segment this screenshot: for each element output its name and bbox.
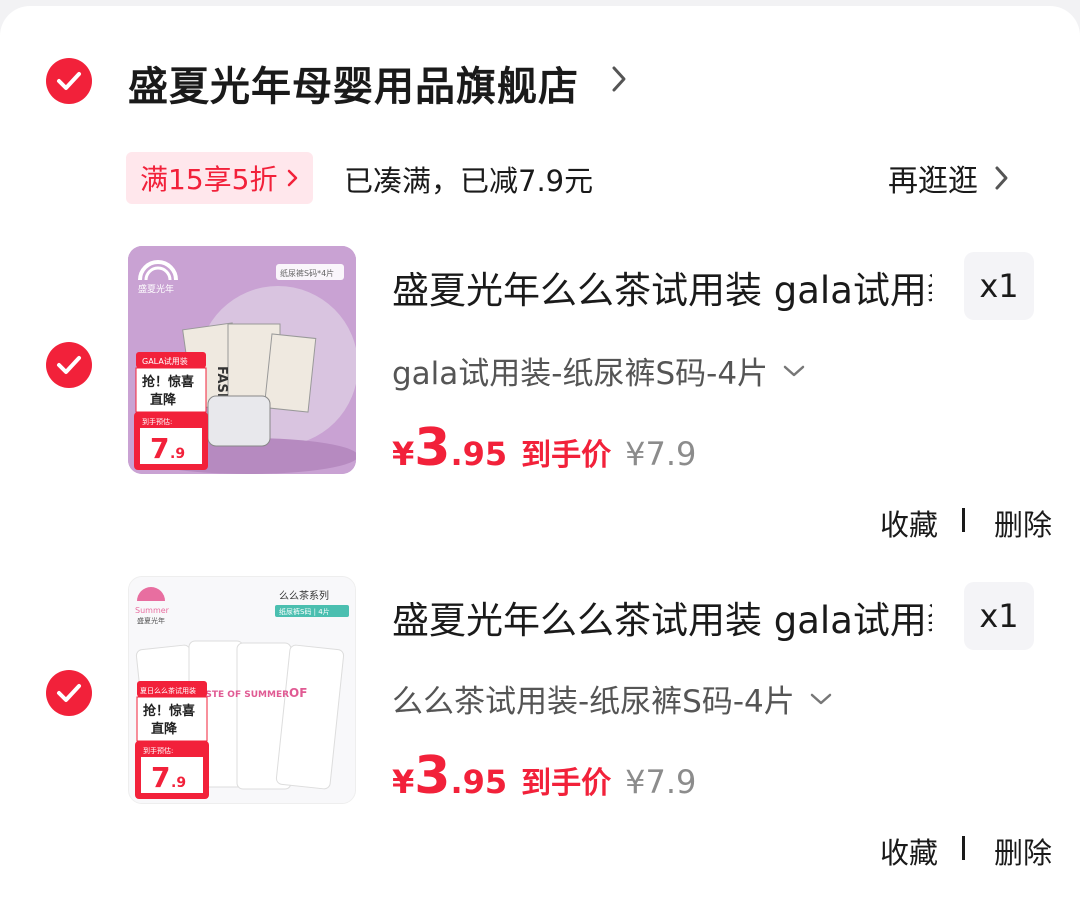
price-decimal: .95 (450, 435, 508, 473)
sku-selector[interactable]: gala试用装-纸尿裤S码-4片 (392, 348, 806, 393)
delete-button[interactable]: 删除 (994, 502, 1052, 544)
svg-text:Summer: Summer (135, 606, 170, 615)
final-price-label: 到手价 (521, 766, 612, 801)
favorite-button[interactable]: 收藏 (880, 502, 938, 544)
sku-label: gala试用装-纸尿裤S码-4片 (392, 356, 769, 392)
sku-label: 么么茶试用装-纸尿裤S码-4片 (392, 684, 795, 720)
store-cart-card: 盛夏光年母婴用品旗舰店 满15享5折 已凑满，已减7.9元 再逛逛 盛夏光年 纸… (0, 6, 1080, 906)
price-row: ¥ 3 .95 到手价 ¥7.9 (392, 418, 696, 478)
chevron-right-icon[interactable] (610, 64, 628, 94)
favorite-button[interactable]: 收藏 (880, 830, 938, 872)
chevron-down-icon (810, 693, 832, 704)
chevron-down-icon (783, 365, 805, 376)
browse-more-link[interactable]: 再逛逛 (888, 156, 1010, 200)
quantity-stepper[interactable]: x1 (964, 582, 1034, 650)
promo-tag: GALA试用装 (142, 356, 188, 366)
price-symbol: ¥ (392, 763, 415, 801)
chevron-right-icon (995, 166, 1008, 190)
final-price-label: 到手价 (521, 438, 612, 473)
price-row: ¥ 3 .95 到手价 ¥7.9 (392, 746, 696, 806)
original-price: ¥7.9 (625, 763, 697, 801)
product-thumbnail[interactable]: Summer 盛夏光年 么么茶系列 纸尿裤S码 | 4片 TASTE OF SU… (128, 576, 356, 804)
delete-button[interactable]: 删除 (994, 830, 1052, 872)
thumb-price-dec: .9 (171, 775, 186, 791)
svg-text:OF: OF (289, 686, 307, 700)
browse-more-label: 再逛逛 (888, 164, 978, 199)
promo-tag: 夏日么么茶试用装 (140, 686, 196, 695)
store-select-checkbox[interactable] (46, 58, 92, 104)
brand-text: 盛夏光年 (137, 616, 165, 625)
product-image: 盛夏光年 纸尿裤S码*4片 FASHION GALA试用装 抢！惊喜 直降 到手… (128, 246, 356, 474)
check-icon (57, 72, 81, 90)
action-divider (962, 836, 965, 860)
promo-status: 已凑满，已减7.9元 (344, 164, 594, 198)
headline-1: 抢！惊喜 (143, 703, 195, 719)
headline-1: 抢！惊喜 (142, 374, 194, 390)
headline-2: 直降 (150, 392, 177, 408)
price-tag: 到手预估: (142, 417, 172, 426)
pack-tag: 纸尿裤S码 | 4片 (279, 607, 330, 616)
sku-selector[interactable]: 么么茶试用装-纸尿裤S码-4片 (392, 676, 833, 721)
store-name[interactable]: 盛夏光年母婴用品旗舰店 (128, 54, 579, 112)
thumb-price-int: 7 (151, 761, 170, 794)
price-tag: 到手预估: (143, 746, 173, 755)
price-decimal: .95 (450, 763, 508, 801)
promo-badge[interactable]: 满15享5折 (126, 152, 314, 204)
check-icon (57, 356, 81, 374)
headline-2: 直降 (151, 721, 178, 737)
action-divider (962, 508, 965, 532)
original-price: ¥7.9 (625, 435, 697, 473)
product-title[interactable]: 盛夏光年么么茶试用装 gala试用装 (392, 260, 932, 314)
price-symbol: ¥ (392, 435, 415, 473)
item-select-checkbox[interactable] (46, 342, 92, 388)
pack-tag: 纸尿裤S码*4片 (280, 268, 334, 278)
brand-text: 盛夏光年 (138, 283, 174, 295)
quantity-stepper[interactable]: x1 (964, 252, 1034, 320)
thumb-price-dec: .9 (170, 446, 185, 462)
price-integer: 3 (414, 746, 451, 806)
promo-badge-label: 满15享5折 (140, 163, 278, 196)
product-image: Summer 盛夏光年 么么茶系列 纸尿裤S码 | 4片 TASTE OF SU… (129, 577, 355, 803)
check-icon (57, 684, 81, 702)
thumb-price-int: 7 (150, 432, 169, 465)
series-tag: 么么茶系列 (279, 589, 329, 602)
item-select-checkbox[interactable] (46, 670, 92, 716)
product-title[interactable]: 盛夏光年么么茶试用装 gala试用装 (392, 590, 932, 644)
price-integer: 3 (414, 418, 451, 478)
product-thumbnail[interactable]: 盛夏光年 纸尿裤S码*4片 FASHION GALA试用装 抢！惊喜 直降 到手… (128, 246, 356, 474)
chevron-right-icon (288, 169, 298, 187)
